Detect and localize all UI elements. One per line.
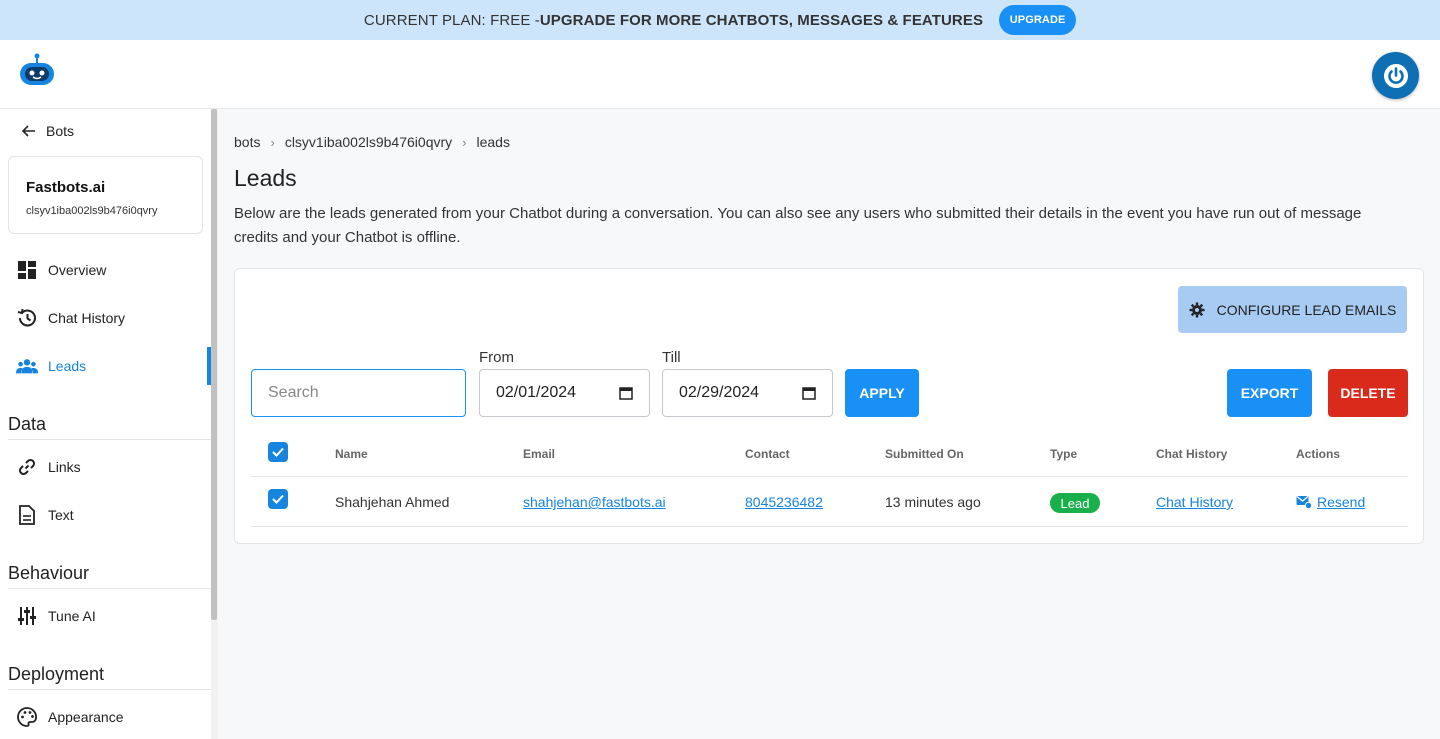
section-deployment: Deployment	[8, 664, 211, 690]
configure-lead-emails-button[interactable]: CONFIGURE LEAD EMAILS	[1178, 286, 1407, 333]
sidebar-item-chat-history[interactable]: Chat History	[16, 307, 125, 329]
dashboard-icon	[16, 259, 38, 281]
row-checkbox[interactable]	[268, 489, 288, 509]
resend-label: Resend	[1317, 494, 1366, 510]
till-date-value: 02/29/2024	[679, 384, 760, 401]
breadcrumb: bots › clsyv1iba002ls9b476i0qvry › leads	[234, 134, 510, 150]
sidebar-item-text[interactable]: Text	[16, 504, 74, 526]
back-to-bots-link[interactable]: Bots	[22, 123, 74, 139]
page-title: Leads	[234, 165, 297, 191]
back-label: Bots	[46, 123, 75, 139]
apply-button[interactable]: APPLY	[845, 369, 919, 417]
column-header-type[interactable]: Type	[1050, 447, 1077, 461]
till-date-input[interactable]: 02/29/2024	[662, 369, 833, 417]
lead-submitted-on: 13 minutes ago	[885, 494, 981, 510]
sidebar-item-label: Tune AI	[48, 608, 96, 624]
lead-name: Shahjehan Ahmed	[335, 494, 450, 510]
palette-icon	[16, 706, 38, 728]
from-label: From	[479, 349, 514, 366]
sidebar-scrollbar[interactable]	[211, 109, 218, 739]
sidebar-item-label: Chat History	[48, 310, 126, 326]
sidebar-item-links[interactable]: Links	[16, 456, 81, 478]
from-date-value: 02/01/2024	[496, 384, 577, 401]
tune-icon	[16, 605, 38, 627]
sidebar-item-label: Text	[48, 507, 74, 523]
power-icon[interactable]	[1372, 52, 1419, 99]
column-header-submitted-on[interactable]: Submitted On	[885, 447, 964, 461]
checkmark-icon	[272, 447, 284, 457]
chevron-right-icon: ›	[270, 134, 275, 150]
lead-type-badge: Lead	[1050, 493, 1100, 513]
export-button[interactable]: EXPORT	[1227, 369, 1312, 417]
upgrade-button[interactable]: UPGRADE	[999, 5, 1077, 35]
sidebar-item-label: Links	[48, 459, 81, 475]
breadcrumb-leads: leads	[476, 134, 510, 150]
sidebar-item-leads[interactable]: Leads	[16, 355, 86, 377]
gear-icon	[1189, 302, 1205, 317]
sidebar-item-label: Leads	[48, 358, 87, 374]
calendar-icon	[619, 387, 633, 400]
sidebar-item-tune-ai[interactable]: Tune AI	[16, 605, 96, 627]
sidebar-item-label: Appearance	[48, 709, 124, 725]
plan-banner: CURRENT PLAN: FREE - UPGRADE FOR MORE CH…	[0, 0, 1440, 40]
sidebar: Bots Fastbots.ai clsyv1iba002ls9b476i0qv…	[0, 109, 211, 739]
chat-history-link[interactable]: Chat History	[1156, 494, 1233, 510]
configure-label: CONFIGURE LEAD EMAILS	[1216, 301, 1397, 318]
sidebar-item-appearance[interactable]: Appearance	[16, 706, 124, 728]
select-all-checkbox[interactable]	[268, 442, 288, 462]
breadcrumb-bots[interactable]: bots	[234, 134, 260, 150]
sidebar-item-overview[interactable]: Overview	[16, 259, 106, 281]
arrow-left-icon	[22, 125, 35, 137]
column-header-contact[interactable]: Contact	[745, 447, 790, 461]
mail-send-icon	[1296, 495, 1312, 509]
from-date-input[interactable]: 02/01/2024	[479, 369, 650, 417]
resend-link[interactable]: Resend	[1296, 494, 1365, 510]
bot-logo-icon[interactable]	[18, 53, 56, 89]
column-header-chat-history[interactable]: Chat History	[1156, 447, 1227, 461]
lead-email-link[interactable]: shahjehan@fastbots.ai	[523, 494, 666, 510]
column-header-name[interactable]: Name	[335, 447, 368, 461]
page-description: Below are the leads generated from your …	[234, 205, 1362, 246]
document-icon	[16, 504, 38, 526]
bot-id: clsyv1iba002ls9b476i0qvry	[26, 205, 158, 217]
table-divider	[251, 526, 1408, 527]
leads-card: CONFIGURE LEAD EMAILS From 02/01/2024 Ti…	[234, 268, 1424, 544]
bot-name: Fastbots.ai	[26, 179, 106, 196]
plan-text: CURRENT PLAN: FREE -	[363, 11, 540, 29]
table-divider	[251, 476, 1408, 477]
checkmark-icon	[272, 494, 284, 504]
column-header-actions: Actions	[1296, 447, 1341, 461]
delete-button[interactable]: DELETE	[1328, 369, 1408, 417]
lead-contact-link[interactable]: 8045236482	[745, 494, 823, 510]
scrollbar-thumb[interactable]	[211, 109, 217, 620]
history-icon	[16, 307, 38, 329]
people-icon	[16, 355, 38, 377]
sidebar-item-label: Overview	[48, 262, 107, 278]
section-behaviour: Behaviour	[8, 563, 211, 589]
breadcrumb-bot-id[interactable]: clsyv1iba002ls9b476i0qvry	[285, 134, 452, 150]
upgrade-promo-text: UPGRADE FOR MORE CHATBOTS, MESSAGES & FE…	[539, 11, 984, 29]
till-label: Till	[662, 349, 681, 366]
calendar-icon	[802, 387, 816, 400]
bot-card: Fastbots.ai clsyv1iba002ls9b476i0qvry	[8, 156, 203, 234]
search-input[interactable]	[251, 369, 466, 417]
column-header-email[interactable]: Email	[523, 447, 555, 461]
section-data: Data	[8, 414, 211, 440]
chevron-right-icon: ›	[462, 134, 467, 150]
top-header	[0, 40, 1440, 109]
link-icon	[16, 456, 38, 478]
